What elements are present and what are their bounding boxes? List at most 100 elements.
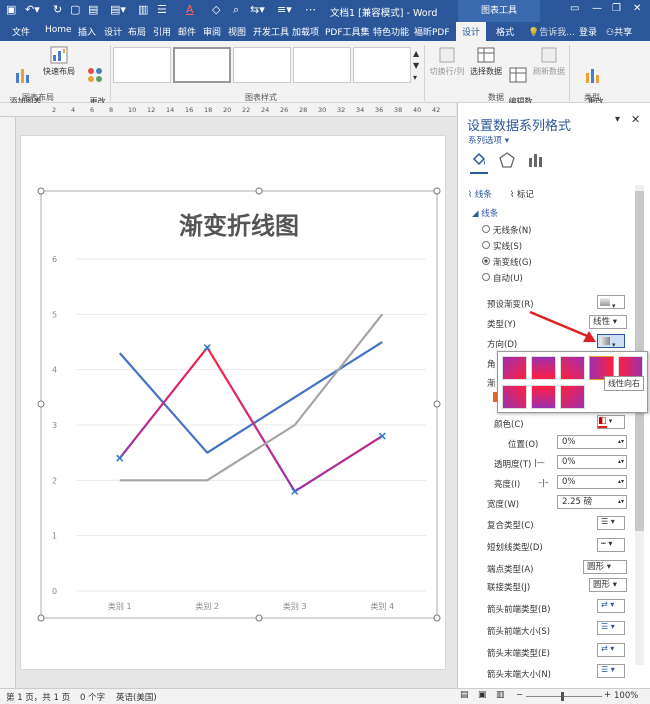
zoom-level[interactable]: 100% xyxy=(614,691,638,701)
radio-solid-line[interactable] xyxy=(482,241,490,249)
layout-icon[interactable]: ▥ xyxy=(138,3,148,16)
radio-no-line[interactable] xyxy=(482,225,490,233)
subtab-line[interactable]: ⌇ 线条 xyxy=(468,188,492,200)
pane-scrollbar[interactable] xyxy=(635,185,644,665)
styles-scroll-up-icon[interactable]: ▲ xyxy=(413,49,419,58)
direction-diagonal-up-left[interactable] xyxy=(560,385,585,409)
more-icon[interactable]: ⋯ xyxy=(305,3,316,16)
align-icon[interactable]: ≡▾ xyxy=(277,3,292,16)
tab-view[interactable]: 视图 xyxy=(228,25,246,38)
tab-layout[interactable]: 布局 xyxy=(128,25,146,38)
copy-icon[interactable]: ▢ xyxy=(70,3,80,16)
zoom-slider-thumb[interactable] xyxy=(561,692,564,701)
pane-options-icon[interactable]: ▾ xyxy=(615,114,620,125)
brightness-spinner[interactable]: 0% ▴▾ xyxy=(557,475,627,489)
radio-gradient-line[interactable] xyxy=(482,257,490,265)
chart-style-4[interactable] xyxy=(293,47,351,83)
transparency-slider[interactable]: |— xyxy=(534,458,545,467)
document-page[interactable]: 渐变折线图 0 1 2 3 4 5 6 类别 1 类别 2 类别 3 类别 4 xyxy=(20,135,446,670)
position-spinner[interactable]: 0% ▴▾ xyxy=(557,435,627,449)
direction-button[interactable]: ▾ xyxy=(597,334,625,349)
series-options-dropdown[interactable]: 系列选项 ▾ xyxy=(468,134,509,146)
login-link[interactable]: 登录 xyxy=(579,25,597,38)
direction-linear-up[interactable] xyxy=(531,385,556,409)
direction-diagonal-down-left[interactable] xyxy=(560,356,585,380)
tab-foxit-pdf[interactable]: 福昕PDF xyxy=(414,25,450,38)
quick-layout-button[interactable]: 快速布局 xyxy=(41,45,77,77)
color-picker-button[interactable]: ◧ ▾ xyxy=(597,415,625,429)
font-color-icon[interactable]: A xyxy=(186,3,194,16)
subtab-marker[interactable]: ⌇ 标记 xyxy=(510,188,534,200)
chart-style-5[interactable] xyxy=(353,47,411,83)
arrow-begin-type-button[interactable]: ⇄ ▾ xyxy=(597,599,625,613)
save-icon[interactable]: ▣ xyxy=(6,3,16,16)
tab-pdf-tools[interactable]: PDF工具集 xyxy=(325,25,370,38)
switch-row-column-button[interactable]: 切换行/列 xyxy=(426,45,468,77)
tab-mailings[interactable]: 邮件 xyxy=(178,25,196,38)
styles-scroll-down-icon[interactable]: ▼ xyxy=(413,61,419,70)
direction-linear-down[interactable] xyxy=(531,356,556,380)
minimize-icon[interactable]: — xyxy=(592,3,602,14)
close-icon[interactable]: ✕ xyxy=(633,3,641,14)
zoom-in-icon[interactable]: + xyxy=(604,690,611,700)
zoom-slider[interactable] xyxy=(526,696,602,697)
new-icon[interactable]: ▤▾ xyxy=(110,3,126,16)
radio-auto-line[interactable] xyxy=(482,273,490,281)
list-icon[interactable]: ☰ xyxy=(157,3,167,16)
effects-icon[interactable] xyxy=(498,151,516,169)
preset-gradient-button[interactable]: ▾ xyxy=(597,295,625,310)
dash-type-button[interactable]: ┅ ▾ xyxy=(597,538,625,552)
read-mode-icon[interactable]: ▤ xyxy=(460,690,469,700)
restore-icon[interactable]: ❐ xyxy=(612,3,621,14)
vertical-ruler[interactable] xyxy=(0,117,16,688)
gradient-type-select[interactable]: 线性 ▾ xyxy=(589,315,627,329)
direction-diagonal-up-right[interactable] xyxy=(502,385,527,409)
chart-style-2[interactable] xyxy=(173,47,231,83)
open-icon[interactable]: ▤ xyxy=(88,3,98,16)
ribbon-options-icon[interactable]: ▭ xyxy=(570,3,579,14)
print-layout-icon[interactable]: ▣ xyxy=(478,690,487,700)
format-painter-icon[interactable]: ⇆▾ xyxy=(250,3,265,16)
refresh-data-button[interactable]: 刷新数据 xyxy=(532,45,566,77)
tab-chart-design[interactable]: 设计 xyxy=(456,22,487,41)
tab-addins[interactable]: 加载项 xyxy=(292,25,319,38)
brightness-slider[interactable]: –|– xyxy=(538,478,549,487)
line-section-header[interactable]: ◢ 线条 xyxy=(472,207,498,219)
arrow-begin-size-button[interactable]: ☰ ▾ xyxy=(597,621,625,635)
chart[interactable]: 渐变折线图 0 1 2 3 4 5 6 类别 1 类别 2 类别 3 类别 4 xyxy=(21,136,447,671)
page-count[interactable]: 第 1 页，共 1 页 xyxy=(6,691,70,703)
styles-more-icon[interactable]: ▾ xyxy=(413,73,417,82)
select-data-button[interactable]: 选择数据 xyxy=(469,45,503,77)
language-indicator[interactable]: 英语(美国) xyxy=(116,691,157,703)
tab-developer[interactable]: 开发工具 xyxy=(253,25,289,38)
join-type-select[interactable]: 圆形 ▾ xyxy=(589,578,627,592)
transparency-spinner[interactable]: 0% ▴▾ xyxy=(557,455,627,469)
tab-file[interactable]: 文件 xyxy=(12,25,30,38)
tab-references[interactable]: 引用 xyxy=(153,25,171,38)
tab-insert[interactable]: 插入 xyxy=(78,25,96,38)
tab-review[interactable]: 审阅 xyxy=(203,25,221,38)
undo-icon[interactable]: ↶▾ xyxy=(25,3,40,16)
zoom-out-icon[interactable]: − xyxy=(516,690,523,700)
series-options-icon[interactable] xyxy=(526,151,544,169)
width-spinner[interactable]: 2.25 磅 ▴▾ xyxy=(557,495,627,509)
search-icon[interactable]: ⌕ xyxy=(233,3,239,17)
web-layout-icon[interactable]: ▥ xyxy=(496,690,505,700)
tab-home[interactable]: Home xyxy=(45,25,72,35)
pane-close-icon[interactable]: ✕ xyxy=(631,113,640,126)
arrow-end-size-button[interactable]: ☰ ▾ xyxy=(597,664,625,678)
redo-icon[interactable]: ↻ xyxy=(53,3,62,16)
chart-style-3[interactable] xyxy=(233,47,291,83)
arrow-end-type-button[interactable]: ⇄ ▾ xyxy=(597,643,625,657)
eraser-icon[interactable]: ◇ xyxy=(212,3,220,16)
share-button[interactable]: ⚇共享 xyxy=(606,25,632,38)
cap-type-select[interactable]: 圆形 ▾ xyxy=(583,560,627,574)
fill-line-icon[interactable] xyxy=(470,151,488,169)
tell-me-box[interactable]: 💡告诉我... xyxy=(528,25,575,38)
word-count[interactable]: 0 个字 xyxy=(80,691,105,703)
tab-chart-format[interactable]: 格式 xyxy=(496,25,514,38)
chart-style-1[interactable] xyxy=(113,47,171,83)
compound-type-button[interactable]: ☰ ▾ xyxy=(597,516,625,530)
horizontal-ruler[interactable]: 2 4 6 8 10 12 14 16 18 20 22 24 26 28 30 32 34 36 38 40 42 xyxy=(0,103,456,117)
tab-features[interactable]: 特色功能 xyxy=(373,25,409,38)
